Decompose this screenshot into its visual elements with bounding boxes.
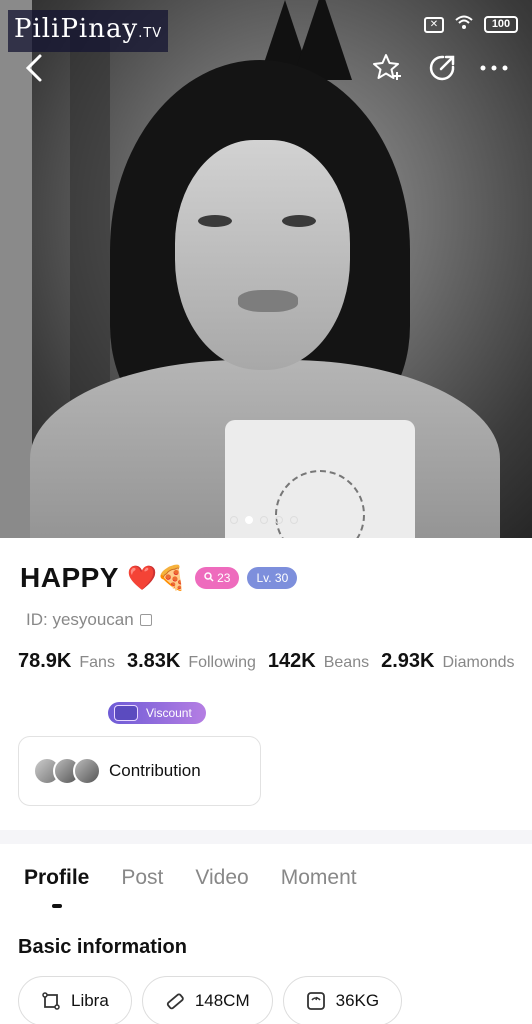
tab-profile[interactable]: Profile xyxy=(24,866,89,908)
following-label: Following xyxy=(188,654,256,671)
basic-info-chips: Libra 148CM 36KG xyxy=(18,976,403,1024)
avatar xyxy=(73,757,101,785)
no-sim-icon: ✕ xyxy=(424,16,444,33)
carousel-dot[interactable] xyxy=(290,516,298,524)
level-badge: Lv. 30 xyxy=(247,567,298,589)
ruler-icon xyxy=(166,993,184,1010)
user-id: ID: yesyoucan xyxy=(26,610,152,630)
tab-post[interactable]: Post xyxy=(121,866,163,890)
diamonds-label: Diamonds xyxy=(442,654,515,671)
contribution-label: Contribution xyxy=(109,761,201,780)
weight-chip[interactable]: 36KG xyxy=(282,976,403,1024)
tab-moment[interactable]: Moment xyxy=(281,866,357,890)
status-bar: ✕ 100 xyxy=(424,14,518,35)
favorite-star-icon[interactable] xyxy=(370,50,406,86)
carousel-dot[interactable] xyxy=(230,516,238,524)
tab-video[interactable]: Video xyxy=(195,866,248,890)
zodiac-icon xyxy=(42,992,60,1010)
basic-info-title: Basic information xyxy=(18,936,187,958)
rank-badge[interactable]: Viscount xyxy=(108,702,206,724)
section-divider xyxy=(0,830,532,844)
contributor-avatars xyxy=(33,757,101,785)
fans-label: Fans xyxy=(79,654,115,671)
beans-label: Beans xyxy=(323,654,370,671)
profile-name-row: HAPPY ❤️🍕 23 Lv. 30 xyxy=(20,562,298,594)
battery-icon: 100 xyxy=(484,16,518,33)
following-count[interactable]: 3.83K xyxy=(127,650,180,673)
search-badge: 23 xyxy=(194,567,240,589)
back-button[interactable] xyxy=(16,50,52,86)
carousel-dot[interactable] xyxy=(275,516,283,524)
scale-icon xyxy=(306,992,325,1010)
active-tab-indicator xyxy=(51,904,62,908)
carousel-dot[interactable] xyxy=(260,516,268,524)
face xyxy=(175,140,350,370)
carousel-indicator xyxy=(230,516,298,524)
name-emojis: ❤️🍕 xyxy=(126,564,187,592)
share-icon[interactable] xyxy=(424,50,460,86)
fans-count[interactable]: 78.9K xyxy=(18,650,71,673)
copy-icon[interactable] xyxy=(139,614,152,626)
carousel-dot-active[interactable] xyxy=(245,516,253,524)
zodiac-chip[interactable]: Libra xyxy=(18,976,132,1024)
wifi-icon xyxy=(454,14,474,35)
profile-tabs: Profile Post Video Moment xyxy=(24,866,357,908)
crest-icon xyxy=(114,705,138,721)
watermark-logo: PiliPinay.TV xyxy=(8,10,168,52)
diamonds-count[interactable]: 2.93K xyxy=(381,650,434,673)
height-chip[interactable]: 148CM xyxy=(141,976,273,1024)
contribution-card[interactable]: Contribution xyxy=(18,736,261,806)
profile-name: HAPPY xyxy=(20,562,119,593)
more-options-icon[interactable] xyxy=(476,50,512,86)
stats-row: 78.9K Fans 3.83K Following 142K Beans 2.… xyxy=(18,650,519,673)
beans-count[interactable]: 142K xyxy=(268,650,316,673)
